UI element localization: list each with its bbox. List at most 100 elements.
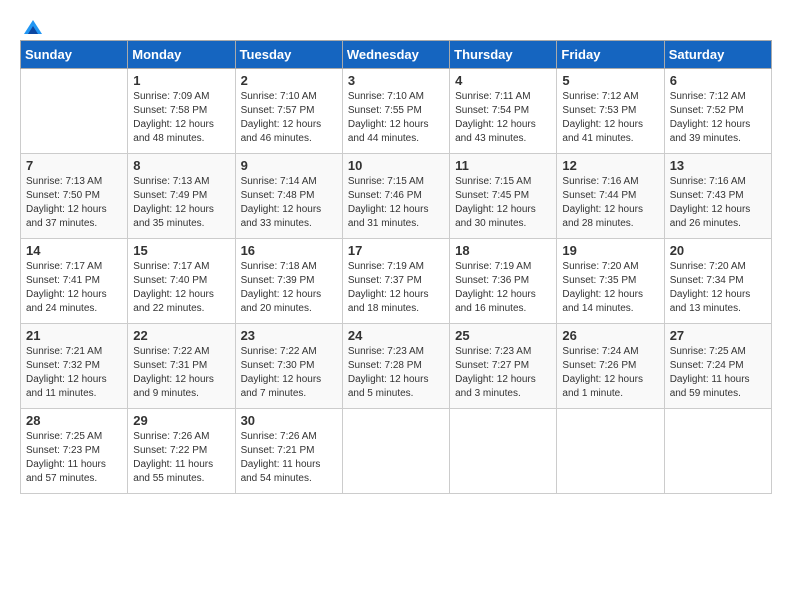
day-number: 6 <box>670 73 766 88</box>
day-info: Sunrise: 7:23 AM Sunset: 7:27 PM Dayligh… <box>455 345 551 401</box>
day-number: 16 <box>241 243 337 258</box>
calendar-header-cell: Monday <box>128 41 235 69</box>
calendar-day-cell: 3 Sunrise: 7:10 AM Sunset: 7:55 PM Daylig… <box>342 69 449 154</box>
day-number: 24 <box>348 328 444 343</box>
calendar-day-cell: 22Sunrise: 7:22 AM Sunset: 7:31 PM Dayli… <box>128 324 235 409</box>
calendar-header-cell: Friday <box>557 41 664 69</box>
day-info: Sunrise: 7:17 AM Sunset: 7:41 PM Dayligh… <box>26 260 122 316</box>
day-number: 19 <box>562 243 658 258</box>
calendar-header-cell: Sunday <box>21 41 128 69</box>
calendar-day-cell: 15 Sunrise: 7:17 AM Sunset: 7:40 PM Dayli… <box>128 239 235 324</box>
day-number: 21 <box>26 328 122 343</box>
calendar-day-cell: 10Sunrise: 7:15 AM Sunset: 7:46 PM Dayli… <box>342 154 449 239</box>
day-number: 1 <box>133 73 229 88</box>
calendar-week-row: 14 Sunrise: 7:17 AM Sunset: 7:41 PM Dayli… <box>21 239 772 324</box>
day-info: Sunrise: 7:12 AM Sunset: 7:53 PM Dayligh… <box>562 90 658 146</box>
day-info: Sunrise: 7:11 AM Sunset: 7:54 PM Dayligh… <box>455 90 551 146</box>
calendar-day-cell: 9 Sunrise: 7:14 AM Sunset: 7:48 PM Daylig… <box>235 154 342 239</box>
calendar-day-cell: 12 Sunrise: 7:16 AM Sunset: 7:44 PM Dayli… <box>557 154 664 239</box>
day-number: 5 <box>562 73 658 88</box>
day-info: Sunrise: 7:17 AM Sunset: 7:40 PM Dayligh… <box>133 260 229 316</box>
day-info: Sunrise: 7:13 AM Sunset: 7:49 PM Dayligh… <box>133 175 229 231</box>
calendar-day-cell: 16 Sunrise: 7:18 AM Sunset: 7:39 PM Dayli… <box>235 239 342 324</box>
day-info: Sunrise: 7:25 AM Sunset: 7:24 PM Dayligh… <box>670 345 766 401</box>
day-number: 25 <box>455 328 551 343</box>
calendar-day-cell: 23Sunrise: 7:22 AM Sunset: 7:30 PM Dayli… <box>235 324 342 409</box>
day-number: 3 <box>348 73 444 88</box>
day-info: Sunrise: 7:10 AM Sunset: 7:57 PM Dayligh… <box>241 90 337 146</box>
day-info: Sunrise: 7:24 AM Sunset: 7:26 PM Dayligh… <box>562 345 658 401</box>
day-info: Sunrise: 7:22 AM Sunset: 7:30 PM Dayligh… <box>241 345 337 401</box>
calendar-day-cell: 5 Sunrise: 7:12 AM Sunset: 7:53 PM Daylig… <box>557 69 664 154</box>
day-number: 27 <box>670 328 766 343</box>
calendar-header-cell: Tuesday <box>235 41 342 69</box>
day-number: 11 <box>455 158 551 173</box>
day-info: Sunrise: 7:09 AM Sunset: 7:58 PM Dayligh… <box>133 90 229 146</box>
calendar-table: SundayMondayTuesdayWednesdayThursdayFrid… <box>20 40 772 494</box>
day-info: Sunrise: 7:20 AM Sunset: 7:35 PM Dayligh… <box>562 260 658 316</box>
day-info: Sunrise: 7:26 AM Sunset: 7:21 PM Dayligh… <box>241 430 337 486</box>
day-number: 26 <box>562 328 658 343</box>
day-number: 30 <box>241 413 337 428</box>
calendar-day-cell: 26 Sunrise: 7:24 AM Sunset: 7:26 PM Dayli… <box>557 324 664 409</box>
calendar-day-cell: 1 Sunrise: 7:09 AM Sunset: 7:58 PM Daylig… <box>128 69 235 154</box>
day-number: 29 <box>133 413 229 428</box>
calendar-week-row: 21 Sunrise: 7:21 AM Sunset: 7:32 PM Dayli… <box>21 324 772 409</box>
day-number: 15 <box>133 243 229 258</box>
day-number: 9 <box>241 158 337 173</box>
calendar-day-cell: 6 Sunrise: 7:12 AM Sunset: 7:52 PM Daylig… <box>664 69 771 154</box>
day-info: Sunrise: 7:19 AM Sunset: 7:36 PM Dayligh… <box>455 260 551 316</box>
calendar-day-cell <box>450 409 557 494</box>
calendar-day-cell: 28 Sunrise: 7:25 AM Sunset: 7:23 PM Dayli… <box>21 409 128 494</box>
calendar-day-cell <box>342 409 449 494</box>
calendar-day-cell: 21 Sunrise: 7:21 AM Sunset: 7:32 PM Dayli… <box>21 324 128 409</box>
calendar-week-row: 28 Sunrise: 7:25 AM Sunset: 7:23 PM Dayli… <box>21 409 772 494</box>
day-info: Sunrise: 7:13 AM Sunset: 7:50 PM Dayligh… <box>26 175 122 231</box>
calendar-body: 1 Sunrise: 7:09 AM Sunset: 7:58 PM Daylig… <box>21 69 772 494</box>
calendar-day-cell <box>21 69 128 154</box>
day-info: Sunrise: 7:21 AM Sunset: 7:32 PM Dayligh… <box>26 345 122 401</box>
day-info: Sunrise: 7:12 AM Sunset: 7:52 PM Dayligh… <box>670 90 766 146</box>
day-info: Sunrise: 7:16 AM Sunset: 7:43 PM Dayligh… <box>670 175 766 231</box>
day-info: Sunrise: 7:16 AM Sunset: 7:44 PM Dayligh… <box>562 175 658 231</box>
day-number: 28 <box>26 413 122 428</box>
calendar-day-cell: 2 Sunrise: 7:10 AM Sunset: 7:57 PM Daylig… <box>235 69 342 154</box>
day-info: Sunrise: 7:23 AM Sunset: 7:28 PM Dayligh… <box>348 345 444 401</box>
day-number: 18 <box>455 243 551 258</box>
day-number: 7 <box>26 158 122 173</box>
calendar-day-cell: 27 Sunrise: 7:25 AM Sunset: 7:24 PM Dayli… <box>664 324 771 409</box>
day-number: 14 <box>26 243 122 258</box>
page-header <box>20 20 772 30</box>
calendar-day-cell: 13 Sunrise: 7:16 AM Sunset: 7:43 PM Dayli… <box>664 154 771 239</box>
calendar-day-cell: 11 Sunrise: 7:15 AM Sunset: 7:45 PM Dayli… <box>450 154 557 239</box>
calendar-day-cell: 4Sunrise: 7:11 AM Sunset: 7:54 PM Daylig… <box>450 69 557 154</box>
calendar-day-cell <box>664 409 771 494</box>
day-info: Sunrise: 7:18 AM Sunset: 7:39 PM Dayligh… <box>241 260 337 316</box>
day-info: Sunrise: 7:20 AM Sunset: 7:34 PM Dayligh… <box>670 260 766 316</box>
calendar-day-cell: 8 Sunrise: 7:13 AM Sunset: 7:49 PM Daylig… <box>128 154 235 239</box>
day-info: Sunrise: 7:14 AM Sunset: 7:48 PM Dayligh… <box>241 175 337 231</box>
calendar-day-cell <box>557 409 664 494</box>
day-info: Sunrise: 7:15 AM Sunset: 7:45 PM Dayligh… <box>455 175 551 231</box>
calendar-day-cell: 30 Sunrise: 7:26 AM Sunset: 7:21 PM Dayli… <box>235 409 342 494</box>
day-number: 12 <box>562 158 658 173</box>
calendar-day-cell: 18 Sunrise: 7:19 AM Sunset: 7:36 PM Dayli… <box>450 239 557 324</box>
day-info: Sunrise: 7:10 AM Sunset: 7:55 PM Dayligh… <box>348 90 444 146</box>
day-number: 8 <box>133 158 229 173</box>
calendar-day-cell: 17Sunrise: 7:19 AM Sunset: 7:37 PM Dayli… <box>342 239 449 324</box>
day-info: Sunrise: 7:22 AM Sunset: 7:31 PM Dayligh… <box>133 345 229 401</box>
calendar-header: SundayMondayTuesdayWednesdayThursdayFrid… <box>21 41 772 69</box>
day-number: 20 <box>670 243 766 258</box>
day-number: 13 <box>670 158 766 173</box>
calendar-day-cell: 24 Sunrise: 7:23 AM Sunset: 7:28 PM Dayli… <box>342 324 449 409</box>
calendar-header-cell: Wednesday <box>342 41 449 69</box>
calendar-day-cell: 25 Sunrise: 7:23 AM Sunset: 7:27 PM Dayli… <box>450 324 557 409</box>
calendar-day-cell: 20 Sunrise: 7:20 AM Sunset: 7:34 PM Dayli… <box>664 239 771 324</box>
calendar-week-row: 7 Sunrise: 7:13 AM Sunset: 7:50 PM Daylig… <box>21 154 772 239</box>
calendar-header-cell: Saturday <box>664 41 771 69</box>
calendar-week-row: 1 Sunrise: 7:09 AM Sunset: 7:58 PM Daylig… <box>21 69 772 154</box>
day-number: 10 <box>348 158 444 173</box>
day-number: 2 <box>241 73 337 88</box>
calendar-day-cell: 19 Sunrise: 7:20 AM Sunset: 7:35 PM Dayli… <box>557 239 664 324</box>
day-info: Sunrise: 7:25 AM Sunset: 7:23 PM Dayligh… <box>26 430 122 486</box>
